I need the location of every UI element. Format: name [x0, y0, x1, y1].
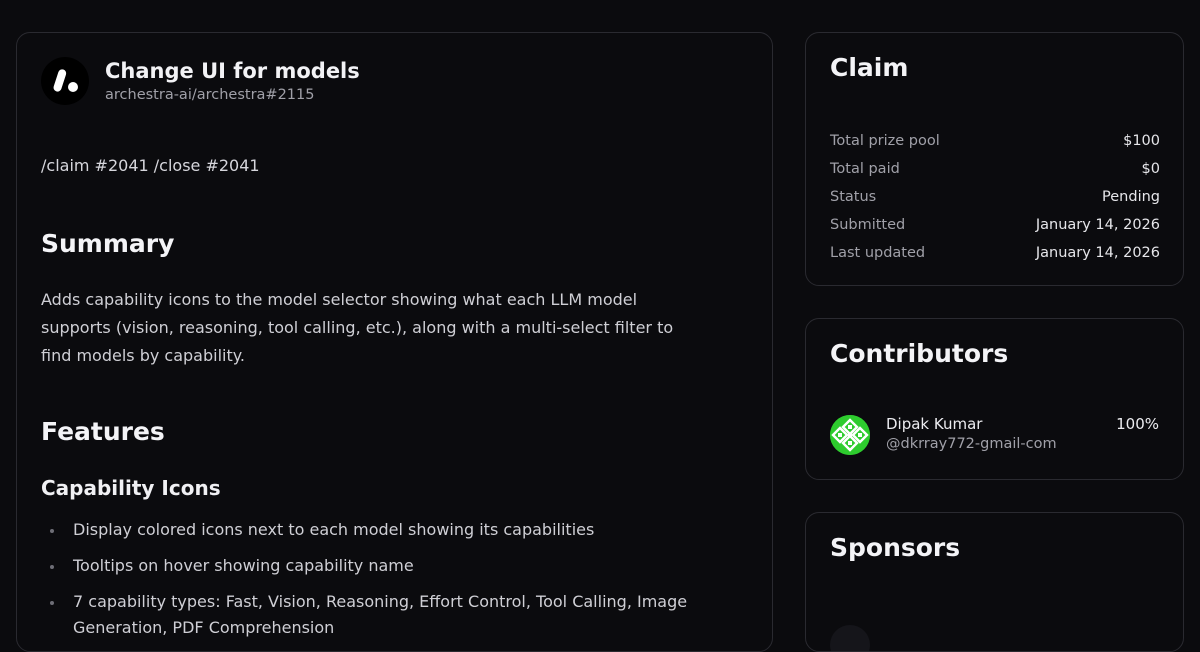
contributors-card: Contributors Dipak Kumar @dkrray772-gmai… [805, 318, 1184, 480]
claim-command: /claim #2041 /close #2041 [41, 156, 260, 175]
status-badge: Pending [1102, 189, 1160, 205]
sponsors-heading: Sponsors [830, 533, 961, 562]
sponsors-card: Sponsors [805, 512, 1184, 652]
row-value: $0 [1141, 161, 1160, 177]
contributor-handle: @dkrray772-gmail-com [886, 436, 1057, 452]
row-value: January 14, 2026 [1035, 217, 1160, 233]
contributor-name[interactable]: Dipak Kumar [886, 415, 982, 433]
issue-card: Change UI for models archestra-ai/arches… [16, 32, 773, 652]
contributors-heading: Contributors [830, 339, 1009, 368]
sponsor-avatar[interactable] [830, 625, 870, 651]
total-paid-row: Total paid $0 [830, 155, 1160, 183]
list-item: 7 capability types: Fast, Vision, Reason… [41, 589, 731, 641]
avatar[interactable] [830, 415, 870, 455]
contributor-share: 100% [1116, 415, 1159, 433]
row-label: Submitted [830, 217, 906, 233]
submitted-row: Submitted January 14, 2026 [830, 211, 1160, 239]
repo-reference[interactable]: archestra-ai/archestra#2115 [105, 87, 314, 103]
list-item: Tooltips on hover showing capability nam… [41, 553, 731, 579]
last-updated-row: Last updated January 14, 2026 [830, 239, 1160, 267]
row-label: Total prize pool [830, 133, 940, 149]
issue-title[interactable]: Change UI for models [105, 59, 360, 83]
status-row: Status Pending [830, 183, 1160, 211]
features-heading: Features [41, 417, 165, 446]
claim-details: Total prize pool $100 Total paid $0 Stat… [830, 127, 1160, 267]
capability-icons-heading: Capability Icons [41, 476, 221, 500]
summary-heading: Summary [41, 229, 175, 258]
archestra-logo-icon [41, 57, 89, 105]
claim-card: Claim Total prize pool $100 Total paid $… [805, 32, 1184, 286]
feature-list: Display colored icons next to each model… [41, 517, 731, 651]
row-value: $100 [1123, 133, 1160, 149]
row-label: Status [830, 189, 877, 205]
list-item: Display colored icons next to each model… [41, 517, 731, 543]
claim-heading: Claim [830, 53, 909, 82]
summary-text: Adds capability icons to the model selec… [41, 290, 674, 365]
prize-pool-row: Total prize pool $100 [830, 127, 1160, 155]
row-label: Total paid [830, 161, 900, 177]
row-value: January 14, 2026 [1035, 245, 1160, 261]
row-label: Last updated [830, 245, 926, 261]
